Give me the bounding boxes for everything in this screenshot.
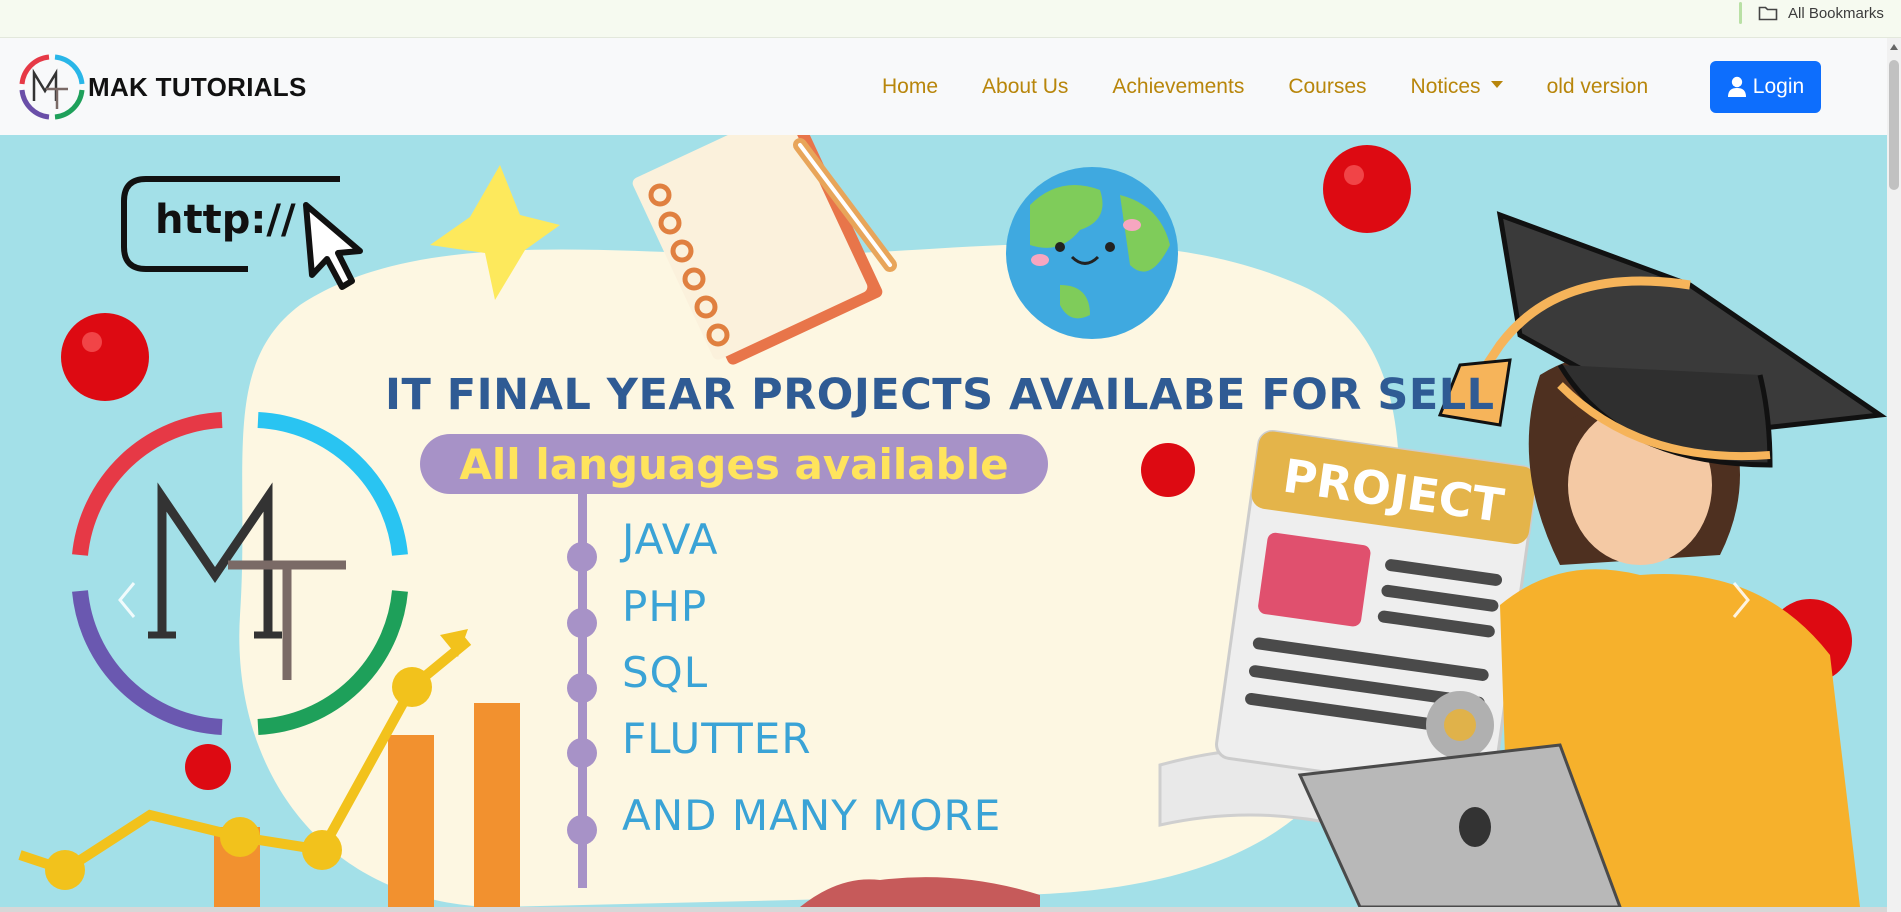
- page-scrollbar[interactable]: [1887, 38, 1901, 912]
- carousel-prev-button[interactable]: [112, 575, 142, 625]
- hero-headline: IT FINAL YEAR PROJECTS AVAILABE FOR SELL: [385, 370, 1495, 420]
- caret-down-icon: [1490, 81, 1503, 89]
- nav-about-us[interactable]: About Us: [960, 75, 1090, 99]
- language-item: PHP: [622, 582, 708, 631]
- carousel-next-button[interactable]: [1726, 575, 1756, 625]
- all-bookmarks-button[interactable]: All Bookmarks: [1758, 3, 1884, 23]
- language-item: FLUTTER: [622, 714, 812, 763]
- language-item: AND MANY MORE: [622, 791, 1002, 840]
- login-label: Login: [1752, 75, 1805, 98]
- chevron-left-icon: [118, 582, 136, 618]
- bookmarks-divider: [1739, 2, 1742, 24]
- nav-notices-label: Notices: [1410, 74, 1481, 98]
- nav-old-version[interactable]: old version: [1525, 75, 1671, 99]
- scroll-thumb[interactable]: [1889, 60, 1899, 190]
- nav-links: Home About Us Achievements Courses Notic…: [860, 38, 1670, 135]
- languages-pill: All languages available: [420, 434, 1048, 494]
- chevron-right-icon: [1732, 582, 1750, 618]
- page-bottom-edge: [0, 907, 1887, 912]
- brand-link[interactable]: MAK TUTORIALS: [16, 52, 307, 122]
- brand-logo-icon: [19, 54, 85, 120]
- top-navbar: MAK TUTORIALS Home About Us Achievements…: [0, 38, 1887, 135]
- user-icon: [1727, 76, 1746, 97]
- timeline-icon: [567, 490, 597, 888]
- bookmarks-bar: All Bookmarks: [0, 0, 1901, 38]
- language-item: JAVA: [622, 515, 719, 564]
- globe-icon: [1006, 167, 1178, 339]
- url-text: http://: [155, 197, 296, 243]
- all-bookmarks-label: All Bookmarks: [1788, 4, 1884, 22]
- hero-carousel: PROJECT http:// IT FINAL YEAR PROJECTS A…: [0, 135, 1887, 907]
- nav-courses[interactable]: Courses: [1266, 75, 1388, 99]
- folder-icon: [1758, 5, 1778, 21]
- brand-name: MAK TUTORIALS: [88, 71, 307, 102]
- nav-notices-dropdown[interactable]: Notices: [1389, 75, 1525, 99]
- nav-home[interactable]: Home: [860, 75, 960, 99]
- graduation-cap-icon: [1437, 211, 1887, 468]
- language-item: SQL: [622, 648, 709, 697]
- scroll-up-arrow-icon[interactable]: [1890, 44, 1898, 50]
- login-button[interactable]: Login: [1710, 61, 1821, 113]
- nav-achievements[interactable]: Achievements: [1090, 75, 1266, 99]
